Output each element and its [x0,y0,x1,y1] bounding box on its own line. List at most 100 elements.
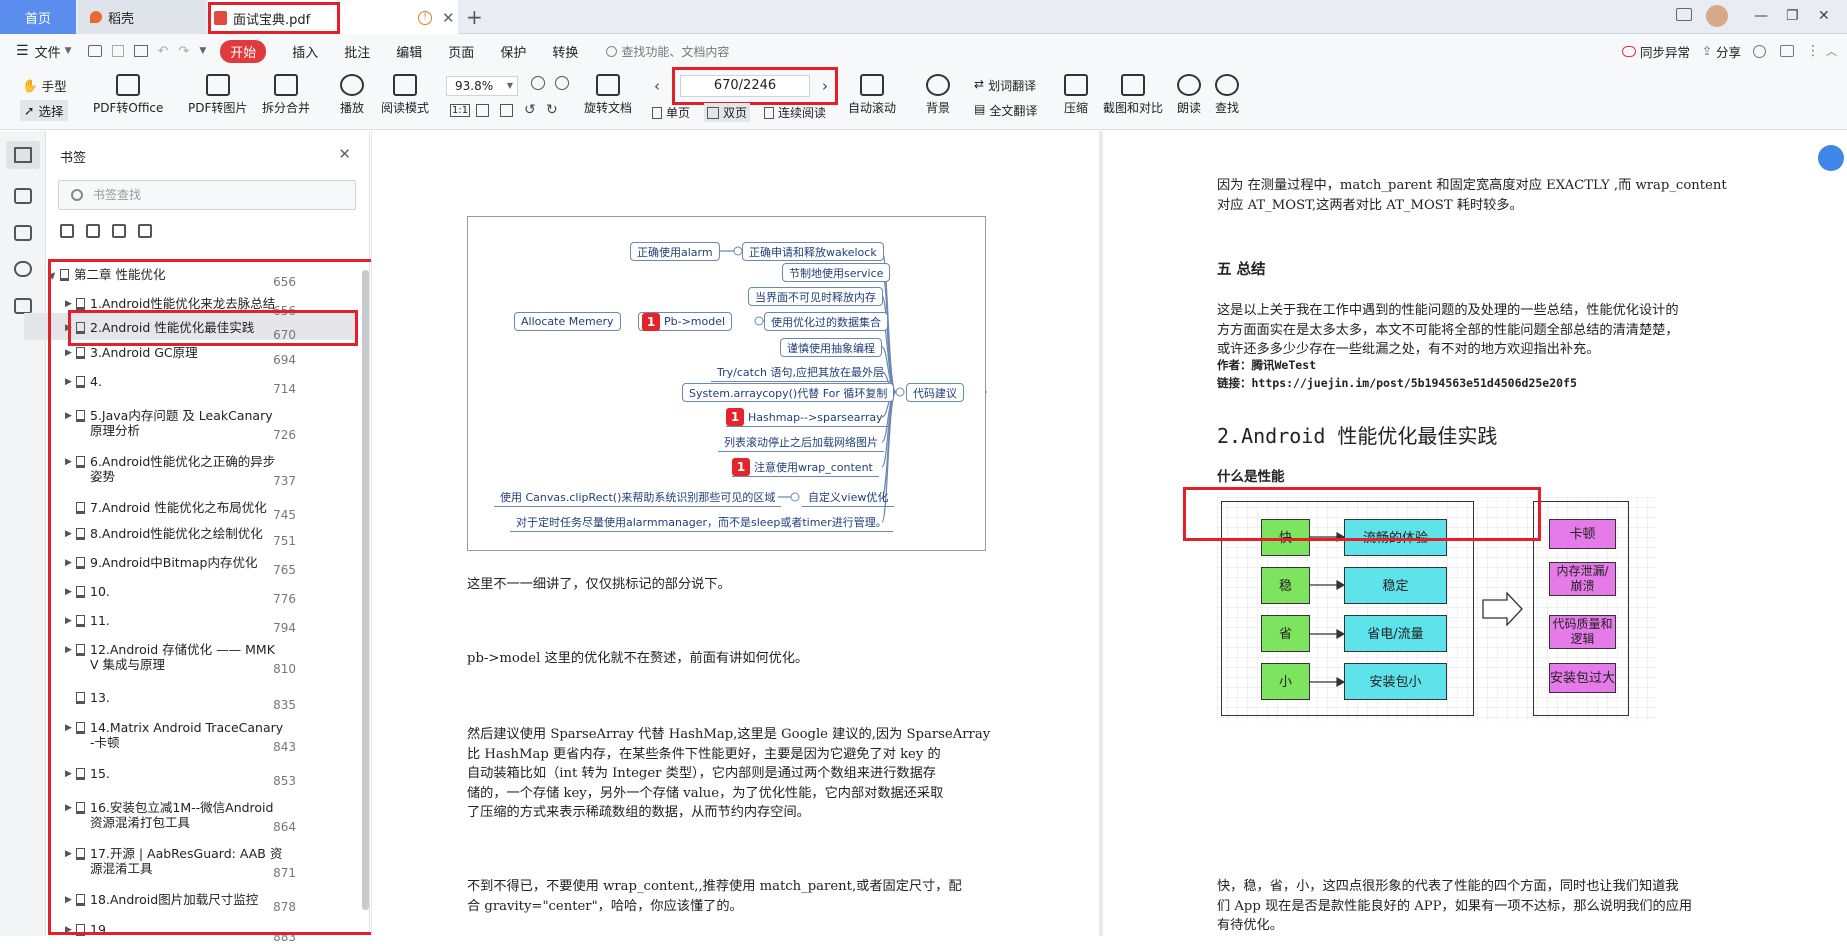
bookmark-search-input[interactable]: 书签查找 [58,180,356,210]
delete-bookmark-icon[interactable] [138,224,152,238]
comment-icon[interactable] [1780,45,1794,57]
select-tool[interactable]: ➚ 选择 [20,100,68,121]
pdf-to-image-button[interactable]: PDF转图片 [188,74,247,116]
more-chevron-icon[interactable]: ▼ [199,46,206,56]
chevron-down-icon[interactable]: ▼ [65,46,72,56]
menu-protect[interactable]: 保护 [500,42,526,61]
collapse-arrow-icon[interactable]: ▶ [65,558,72,568]
bookmark-scrollbar[interactable] [362,270,369,910]
share-button[interactable]: 分享 [1716,42,1741,61]
new-tab-icon[interactable]: + [466,5,483,29]
zoom-out-icon[interactable] [531,76,545,90]
restore-icon[interactable]: ❐ [1786,8,1799,24]
actual-size-icon[interactable]: 1:1 [450,104,471,117]
play-button[interactable]: 播放 [340,74,364,116]
collapse-arrow-icon[interactable]: ▶ [65,529,72,539]
layout-icon[interactable] [1676,8,1692,21]
prev-page-icon[interactable]: ‹ [654,77,660,95]
collapse-arrow-icon[interactable]: ▶ [65,769,72,779]
attachment-icon[interactable] [14,261,32,277]
bookmark-page-number: 835 [273,698,296,712]
menu-edit[interactable]: 编辑 [396,42,422,61]
document-area[interactable]: 正确使用alarm 正确申请和释放wakelock 节制地使用service 当… [371,131,1847,936]
bookmark-icon[interactable] [14,147,32,163]
continuous-read-button[interactable]: 连续阅读 [764,104,826,121]
single-page-button[interactable]: 单页 [652,104,690,121]
comment-panel-icon[interactable] [14,225,32,241]
collapse-arrow-icon[interactable]: ▶ [65,348,72,358]
close-window-icon[interactable]: ✕ [1818,8,1830,24]
menu-annotate[interactable]: 批注 [344,42,370,61]
thumbnail-icon[interactable] [14,188,32,204]
menu-start[interactable]: 开始 [220,39,267,63]
menu-page[interactable]: 页面 [448,42,474,61]
tab-pdf[interactable]: 面试宝典.pdf ! ✕ [208,0,458,34]
collapse-arrow-icon[interactable]: ▶ [65,645,72,655]
menu-file[interactable]: 文件 [35,42,61,61]
redo-icon[interactable]: ↷ [178,44,189,59]
page-number-input[interactable]: 670/2246 [680,75,810,97]
collapse-arrow-icon[interactable]: ▶ [65,616,72,626]
collapse-arrow-icon[interactable]: ▶ [65,849,72,859]
split-merge-button[interactable]: 拆分合并 [262,74,310,116]
collapse-arrow-icon[interactable]: ▶ [65,895,72,905]
undo-icon[interactable]: ↶ [158,44,169,59]
compress-button[interactable]: 压缩 [1064,74,1088,116]
collapse-ribbon-icon[interactable]: ︿ [1826,43,1837,59]
cloud-icon [1622,45,1636,57]
fit-page-icon[interactable] [476,104,489,117]
read-aloud-button[interactable]: 朗读 [1177,74,1201,116]
background-button[interactable]: 背景 [926,74,950,116]
menu-insert[interactable]: 插入 [292,42,318,61]
sync-status[interactable]: 同步异常 [1640,42,1690,61]
read-mode-button[interactable]: 阅读模式 [381,74,429,116]
close-tab-icon[interactable]: ✕ [442,9,455,27]
add-bookmark-icon[interactable] [112,224,126,238]
menu-hamburger-icon[interactable]: ☰ [16,43,29,59]
collapse-arrow-icon[interactable]: ▶ [65,723,72,733]
menu-convert[interactable]: 转换 [552,42,578,61]
zoom-in-icon[interactable] [555,76,569,90]
auto-scroll-button[interactable]: 自动滚动 [848,74,896,116]
gear-icon[interactable] [1753,44,1766,58]
collapse-arrow-icon[interactable]: ▶ [65,925,72,935]
tab-daoke[interactable]: 稻壳 [78,0,206,34]
search-icon [71,189,83,201]
zoom-select[interactable]: 93.8% ▼ [446,76,518,96]
screenshot-compare-button[interactable]: 截图和对比 [1103,74,1163,116]
next-page-icon[interactable]: › [822,77,828,95]
save-icon[interactable] [111,45,124,57]
link-line[interactable]: 链接：https://juejin.im/post/5b194563e51d45… [1217,374,1577,394]
floating-tool-button[interactable] [1818,145,1844,171]
collapse-all-icon[interactable] [86,224,100,238]
mindmap-node-label: 自定义view优化 [808,491,889,504]
collapse-arrow-icon[interactable]: ▶ [65,803,72,813]
collapse-arrow-icon[interactable]: ▶ [65,457,72,467]
pdf-to-office-button[interactable]: PDF转Office [93,74,163,116]
hand-tool[interactable]: ✋ 手型 [22,76,67,95]
feature-search-input[interactable]: 查找功能、文档内容 [621,43,729,60]
open-folder-icon[interactable] [87,45,102,57]
signature-icon[interactable] [14,298,32,314]
fit-width-icon[interactable] [500,104,513,117]
tab-home[interactable]: 首页 [0,0,76,34]
word-translate-button[interactable]: ⇄ 划词翻译 [974,77,1036,94]
collapse-arrow-icon[interactable]: ▶ [65,411,72,421]
expand-all-icon[interactable] [60,224,74,238]
collapse-arrow-icon[interactable]: ▶ [65,323,72,333]
rotate-right-icon[interactable]: ↻ [546,102,558,118]
collapse-arrow-icon[interactable]: ▶ [65,299,72,309]
find-button[interactable]: 查找 [1215,74,1239,116]
full-translate-button[interactable]: ▤ 全文翻译 [974,102,1037,119]
collapse-arrow-icon[interactable]: ▶ [65,377,72,387]
minimize-icon[interactable]: — [1754,8,1768,24]
avatar[interactable] [1706,5,1728,27]
more-icon[interactable]: ⋮ [1806,43,1820,59]
print-icon[interactable] [133,45,148,57]
rotate-document-button[interactable]: 旋转文档 [584,74,632,116]
warning-icon[interactable]: ! [418,11,432,25]
rotate-left-icon[interactable]: ↺ [524,102,536,118]
double-page-button[interactable]: 双页 [704,103,751,122]
close-panel-icon[interactable]: ✕ [338,145,351,163]
collapse-arrow-icon[interactable]: ▶ [65,587,72,597]
